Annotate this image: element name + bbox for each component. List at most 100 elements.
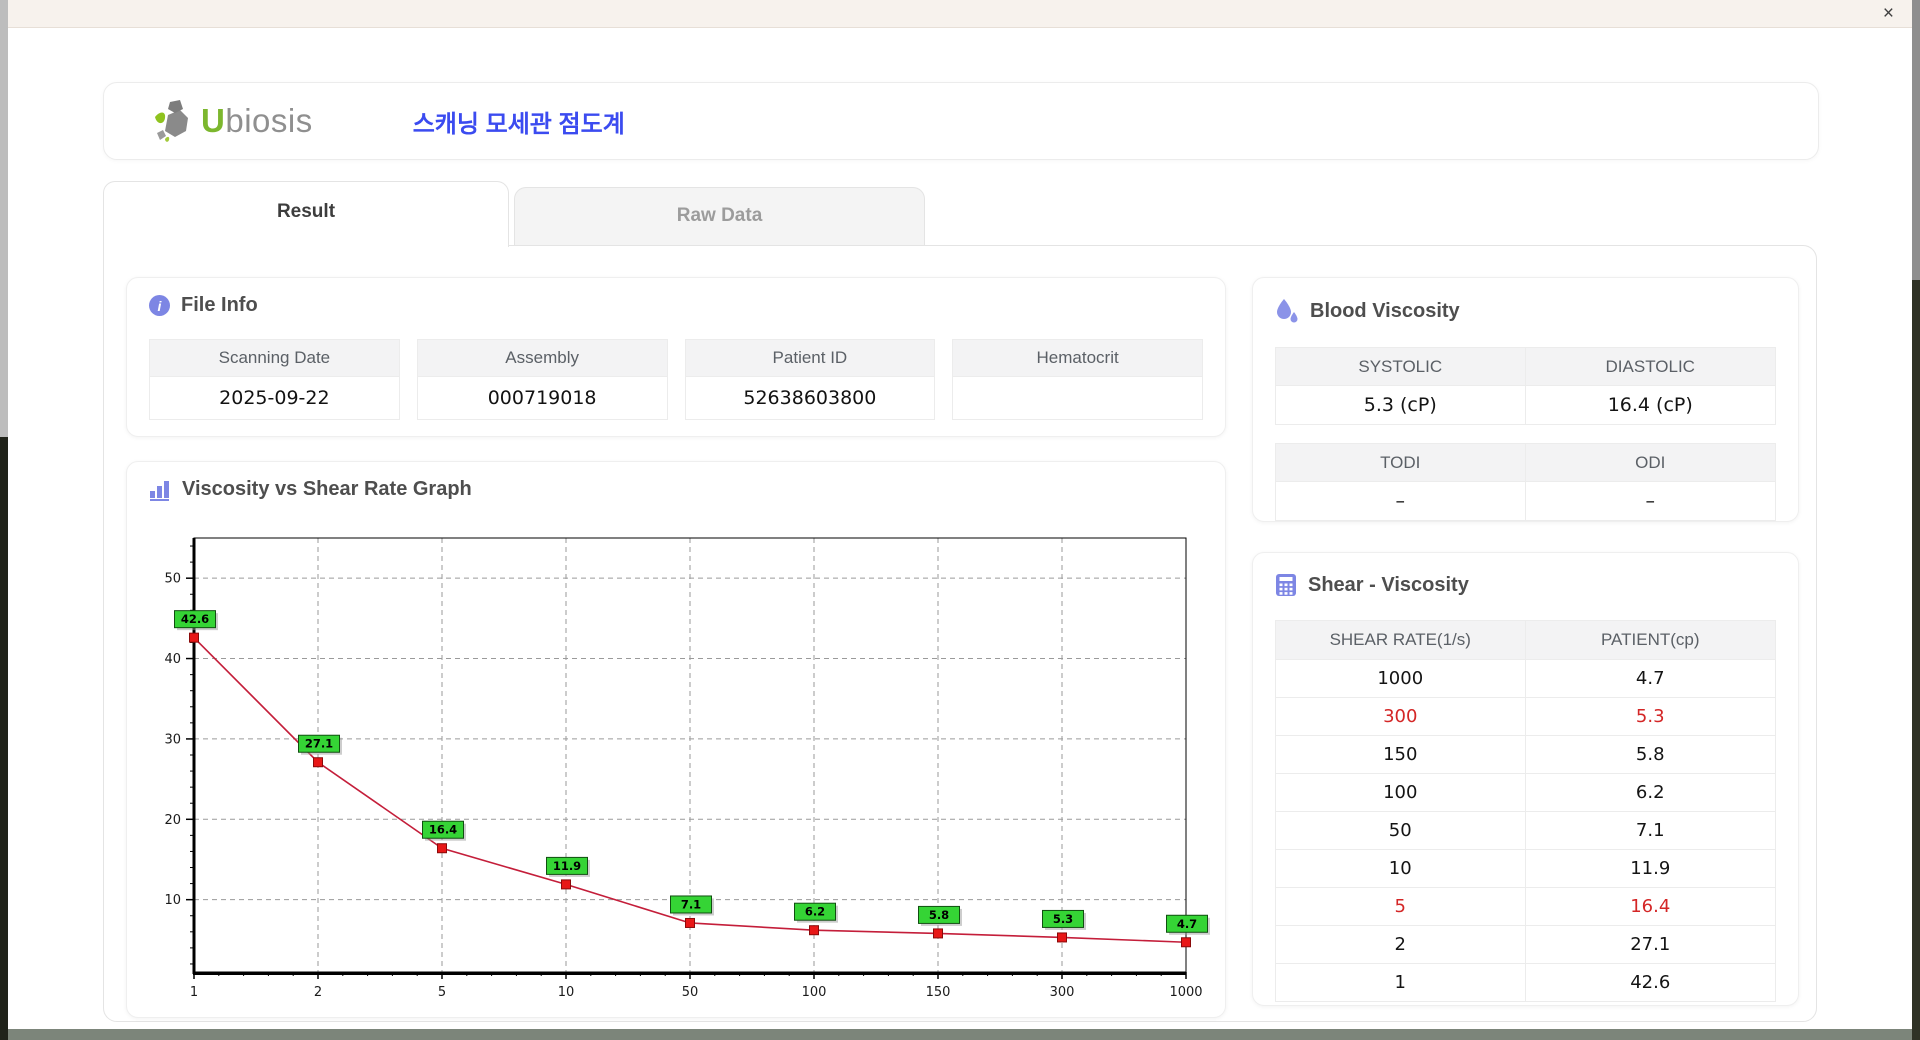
shear-rate-cell: 5 (1276, 888, 1526, 925)
field-value (953, 376, 1202, 419)
shear-viscosity-table: SHEAR RATE(1/s) PATIENT(cp) 1000 4.7 300 5… (1275, 620, 1776, 1002)
patient-cell: 11.9 (1630, 858, 1671, 879)
patient-cell: 42.6 (1630, 972, 1671, 993)
todi-odi-table: TODI ODI – – (1275, 443, 1776, 521)
svg-text:11.9: 11.9 (553, 859, 581, 873)
table-header-row: SHEAR RATE(1/s) PATIENT(cp) (1276, 621, 1775, 659)
shear-rate-cell: 100 (1276, 774, 1526, 811)
table-row: 10 11.9 (1276, 849, 1775, 887)
result-panel: i File Info Scanning Date 2025-09-22 Ass… (103, 245, 1817, 1022)
svg-text:10: 10 (164, 893, 181, 908)
patient-cell: 16.4 (1630, 896, 1671, 917)
brand-rest: biosis (225, 102, 313, 139)
field-value: 2025-09-22 (150, 376, 399, 419)
app-header: Ubiosis 스캐닝 모세관 점도계 (103, 82, 1819, 160)
systolic-diastolic-table: SYSTOLIC DIASTOLIC 5.3 (cP) 16.4 (cP) (1275, 347, 1776, 425)
diastolic-value: 16.4 (cP) (1525, 385, 1775, 424)
brand-u: U (201, 102, 226, 139)
brand-text: Ubiosis (201, 102, 313, 140)
todi-value: – (1276, 481, 1526, 520)
svg-text:40: 40 (164, 652, 181, 667)
viscosity-graph-card: 10 20 30 40 50 1 2 5 10 50 100 150 300 1000 42.6 27.1 16… (126, 461, 1226, 1018)
table-row: 150 5.8 (1276, 735, 1775, 773)
svg-text:6.2: 6.2 (805, 905, 825, 919)
svg-text:20: 20 (164, 813, 181, 828)
patient-cell: 7.1 (1635, 820, 1665, 841)
file-info-fields: Scanning Date 2025-09-22 Assembly 000719… (149, 339, 1203, 420)
svg-text:5.3: 5.3 (1053, 912, 1073, 926)
table-row: 5 16.4 (1276, 887, 1775, 925)
leaf-logo-icon (149, 98, 195, 144)
systolic-header: SYSTOLIC (1276, 348, 1526, 385)
field-value: 000719018 (417, 376, 667, 419)
background-window-edge (0, 437, 8, 1040)
svg-text:7.1: 7.1 (681, 897, 701, 911)
field-label: Hematocrit (953, 340, 1202, 376)
svg-text:300: 300 (1050, 985, 1075, 1000)
svg-text:27.1: 27.1 (305, 737, 333, 751)
background-window-edge (1912, 0, 1920, 280)
svg-text:42.6: 42.6 (181, 612, 209, 626)
svg-text:100: 100 (802, 985, 827, 1000)
shear-viscosity-title: Shear - Viscosity (1308, 573, 1469, 596)
svg-text:10: 10 (558, 985, 575, 1000)
shear-viscosity-card: Shear - Viscosity SHEAR RATE(1/s) PATIEN… (1252, 552, 1799, 1006)
field-patient-id: Patient ID 52638603800 (684, 339, 936, 420)
tab-raw-data[interactable]: Raw Data (514, 187, 925, 245)
droplet-icon (1275, 298, 1299, 324)
svg-text:50: 50 (164, 572, 181, 587)
odi-value: – (1525, 481, 1775, 520)
svg-text:1: 1 (190, 985, 198, 1000)
svg-text:50: 50 (682, 985, 699, 1000)
background-window-edge (0, 0, 8, 437)
todi-header: TODI (1276, 444, 1526, 481)
shear-rate-cell: 50 (1276, 812, 1526, 849)
svg-text:150: 150 (926, 985, 951, 1000)
systolic-value: 5.3 (cP) (1276, 385, 1526, 424)
shear-rate-cell: 150 (1276, 736, 1526, 773)
field-label: Assembly (417, 340, 667, 376)
background-window-edge (1912, 280, 1920, 1040)
blood-viscosity-title: Blood Viscosity (1310, 299, 1460, 322)
field-assembly: Assembly 000719018 (416, 339, 668, 420)
field-scanning-date: Scanning Date 2025-09-22 (149, 339, 400, 420)
shear-rate-column-header: SHEAR RATE(1/s) (1276, 621, 1526, 659)
table-row: 300 5.3 (1276, 697, 1775, 735)
shear-rate-cell: 1 (1276, 964, 1526, 1001)
patient-cell: 4.7 (1635, 668, 1665, 689)
diastolic-header: DIASTOLIC (1525, 348, 1775, 385)
field-value: 52638603800 (685, 376, 935, 419)
svg-text:2: 2 (314, 985, 322, 1000)
blood-viscosity-card: Blood Viscosity SYSTOLIC DIASTOLIC 5.3 (… (1252, 277, 1799, 522)
close-button[interactable]: × (1883, 1, 1894, 27)
svg-text:5: 5 (438, 985, 446, 1000)
svg-text:4.7: 4.7 (1177, 917, 1197, 931)
ubiosis-logo: Ubiosis (149, 98, 313, 144)
application-window: × Ubiosis 스캐닝 모세관 점도계 Result Raw Data i … (0, 0, 1920, 1040)
field-label: Patient ID (685, 340, 935, 376)
patient-column-header: PATIENT(cp) (1525, 621, 1775, 659)
shear-rate-cell: 1000 (1276, 660, 1526, 697)
patient-cell: 6.2 (1635, 782, 1665, 803)
info-icon: i (149, 295, 170, 316)
file-info-card: i File Info Scanning Date 2025-09-22 Ass… (126, 277, 1226, 437)
table-row: 1 42.6 (1276, 963, 1775, 1001)
svg-text:1000: 1000 (1169, 985, 1202, 1000)
odi-header: ODI (1525, 444, 1775, 481)
shear-rate-cell: 300 (1276, 698, 1526, 735)
patient-cell: 5.3 (1635, 706, 1665, 727)
field-label: Scanning Date (150, 340, 399, 376)
calculator-icon (1275, 573, 1297, 597)
field-hematocrit: Hematocrit (952, 339, 1203, 420)
background-window-edge (8, 1029, 1912, 1040)
file-info-title: File Info (181, 294, 258, 316)
table-row: 100 6.2 (1276, 773, 1775, 811)
table-row: 1000 4.7 (1276, 659, 1775, 697)
viscosity-shear-chart: 10 20 30 40 50 1 2 5 10 50 100 150 300 1000 42.6 27.1 16… (164, 537, 1210, 1000)
shear-rate-cell: 2 (1276, 926, 1526, 963)
window-titlebar: × (8, 0, 1912, 28)
tab-result[interactable]: Result (103, 181, 509, 247)
svg-text:16.4: 16.4 (429, 823, 457, 837)
page-title: 스캐닝 모세관 점도계 (412, 110, 625, 138)
table-row: 2 27.1 (1276, 925, 1775, 963)
